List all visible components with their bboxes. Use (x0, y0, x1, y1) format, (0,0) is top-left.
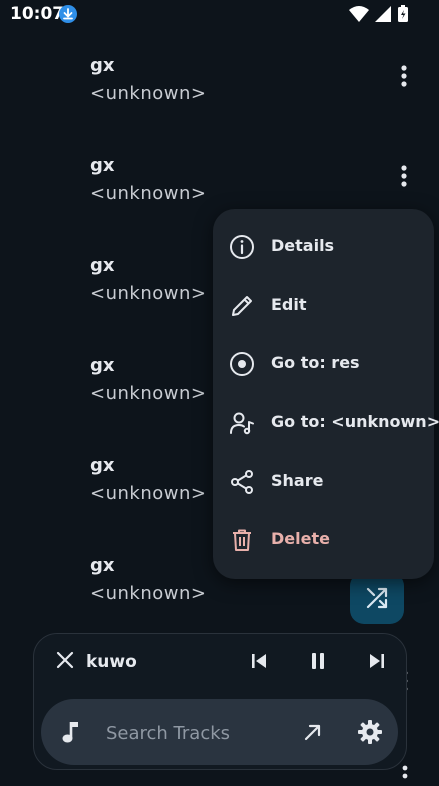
download-icon (59, 5, 77, 23)
menu-item-label: Go to: <unknown> (271, 412, 439, 431)
now-playing-title: kuwo (86, 652, 137, 672)
mini-player: kuwo (33, 633, 407, 770)
track-title: gx (90, 255, 115, 276)
arrow-up-right-icon[interactable] (302, 721, 324, 743)
close-icon[interactable] (56, 651, 74, 669)
more-vert-icon[interactable] (392, 63, 416, 89)
menu-item-go-to-artist[interactable]: Go to: <unknown> (213, 393, 439, 451)
shuffle-button[interactable] (350, 572, 404, 624)
pencil-icon (232, 296, 252, 316)
shuffle-icon (366, 587, 388, 609)
menu-item-label: Details (271, 236, 335, 255)
gear-icon[interactable] (357, 719, 383, 745)
track-artist: <unknown> (90, 583, 207, 604)
menu-item-delete[interactable]: Delete (213, 510, 434, 568)
signal-icon (374, 6, 391, 22)
search-bar (41, 699, 398, 765)
pause-icon[interactable] (309, 652, 327, 670)
more-vert-icon[interactable] (398, 764, 412, 786)
album-icon (230, 352, 254, 376)
track-title: gx (90, 55, 115, 76)
music-note-icon (62, 722, 78, 743)
track-row[interactable]: gx <unknown> (0, 55, 439, 155)
menu-item-details[interactable]: Details (213, 217, 434, 275)
track-artist: <unknown> (90, 83, 207, 104)
menu-item-edit[interactable]: Edit (213, 276, 434, 334)
menu-item-label: Go to: res (271, 353, 360, 372)
track-context-menu: Details Edit Go to: res Go to: <unknown>… (213, 209, 439, 579)
track-title: gx (90, 555, 115, 576)
trash-icon (233, 529, 251, 551)
track-title: gx (90, 455, 115, 476)
more-vert-icon[interactable] (392, 163, 416, 189)
track-artist: <unknown> (90, 383, 207, 404)
battery-icon (398, 5, 408, 22)
track-artist: <unknown> (90, 283, 207, 304)
status-time: 10:07 (10, 4, 65, 24)
share-icon (231, 470, 253, 494)
info-icon (230, 235, 254, 259)
track-title: gx (90, 355, 115, 376)
search-input[interactable] (104, 717, 288, 749)
track-title: gx (90, 155, 115, 176)
menu-item-share[interactable]: Share (213, 452, 434, 510)
status-bar: 10:07 (0, 0, 439, 30)
menu-item-label: Delete (271, 529, 330, 548)
menu-item-label: Edit (271, 295, 307, 314)
wifi-icon (348, 6, 369, 22)
track-artist: <unknown> (90, 183, 207, 204)
artist-icon (230, 412, 254, 435)
skip-next-icon[interactable] (368, 652, 386, 670)
skip-previous-icon[interactable] (250, 652, 268, 670)
menu-item-label: Share (271, 471, 324, 490)
menu-item-go-to-album[interactable]: Go to: res (213, 334, 434, 392)
track-artist: <unknown> (90, 483, 207, 504)
